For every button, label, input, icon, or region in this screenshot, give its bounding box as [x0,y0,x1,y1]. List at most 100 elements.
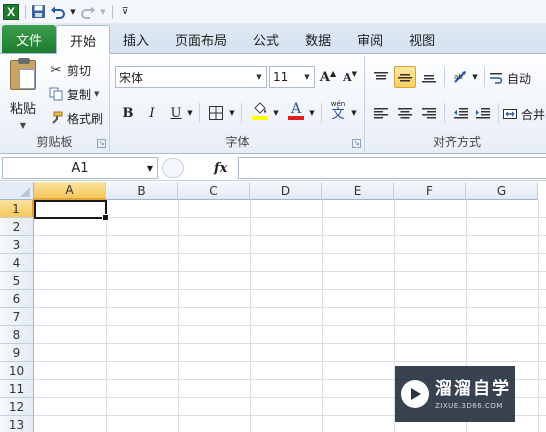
row-header-2[interactable]: 2 [0,218,34,236]
align-middle-icon [398,74,412,82]
row-header-5[interactable]: 5 [0,272,34,290]
orientation-button[interactable]: ab [450,66,472,88]
column-header-c[interactable]: C [178,182,250,200]
tab-home[interactable]: 开始 [56,25,111,54]
copy-button[interactable]: 复制 ▼ [48,84,99,104]
tab-insert[interactable]: 插入 [110,25,162,53]
tab-formulas[interactable]: 公式 [240,25,292,53]
cut-button[interactable]: ✂ 剪切 [48,60,91,80]
name-box[interactable]: A1 ▼ [2,157,158,179]
font-launcher-icon[interactable]: ↘ [352,139,361,148]
fill-color-button[interactable] [249,100,271,122]
qat-separator [25,4,26,19]
font-size-combo[interactable]: 11 ▼ [269,66,315,88]
font-name-combo[interactable]: 宋体 ▼ [115,66,267,88]
row-header-6[interactable]: 6 [0,290,34,308]
undo-dropdown-icon[interactable]: ▼ [69,3,77,21]
align-right-button[interactable] [418,102,440,124]
row-header-12[interactable]: 12 [0,398,34,416]
align-center-button[interactable] [394,102,416,124]
underline-dropdown-icon[interactable]: ▼ [185,102,195,124]
wrap-text-icon [488,70,504,86]
clipboard-launcher-icon[interactable]: ↘ [97,139,106,148]
formula-input[interactable] [238,157,546,179]
row-header-9[interactable]: 9 [0,344,34,362]
column-header-g[interactable]: G [466,182,538,200]
formula-bar-splitter[interactable] [162,158,184,178]
tab-data[interactable]: 数据 [292,25,344,53]
active-cell-a1[interactable] [34,200,109,221]
row-header-11[interactable]: 11 [0,380,34,398]
underline-button[interactable]: U [165,102,187,124]
borders-icon [209,106,223,120]
increase-indent-button[interactable] [472,102,494,124]
tab-view[interactable]: 视图 [396,25,448,53]
fill-color-dropdown-icon[interactable]: ▼ [271,102,281,124]
save-icon[interactable] [29,3,47,21]
align-center-icon [398,108,412,119]
redo-icon[interactable] [79,3,97,21]
column-header-f[interactable]: F [394,182,466,200]
align-left-button[interactable] [370,102,392,124]
font-separator [321,103,322,123]
column-header-d[interactable]: D [250,182,322,200]
format-painter-button[interactable]: 格式刷 [48,108,103,128]
tab-review[interactable]: 审阅 [344,25,396,53]
decrease-indent-button[interactable] [450,102,472,124]
bold-button[interactable]: B [117,102,139,124]
paste-icon [10,58,36,90]
insert-function-icon[interactable]: fx [214,161,227,176]
select-all-corner[interactable] [0,182,34,200]
svg-text:ab: ab [454,73,463,81]
font-size-dropdown-icon[interactable]: ▼ [302,67,312,87]
font-separator [241,103,242,123]
row-header-8[interactable]: 8 [0,326,34,344]
font-separator [199,103,200,123]
copy-label: 复制 [67,87,92,102]
borders-button[interactable] [205,102,227,124]
phonetic-button[interactable]: wén 文 [327,98,349,124]
customize-qat-icon[interactable]: ⊽ [116,3,134,21]
row-header-3[interactable]: 3 [0,236,34,254]
font-size-value: 11 [273,70,289,84]
shrink-font-button[interactable]: A ▼ [339,66,361,88]
name-box-dropdown-icon[interactable]: ▼ [147,164,153,173]
tab-file[interactable]: 文件 [2,25,56,53]
phonetic-dropdown-icon[interactable]: ▼ [349,102,359,124]
copy-icon [48,86,64,102]
row-header-4[interactable]: 4 [0,254,34,272]
column-header-e[interactable]: E [322,182,394,200]
row-header-7[interactable]: 7 [0,308,34,326]
row-header-13[interactable]: 13 [0,416,34,432]
merge-center-button[interactable]: 合并 [502,104,545,124]
fill-color-bar [252,116,268,120]
wrap-text-button[interactable]: 自动 [488,68,531,88]
redo-dropdown-icon[interactable]: ▼ [99,3,107,21]
grow-font-button[interactable]: A ▲ [317,66,339,88]
paste-button[interactable]: 粘贴 ▼ [4,58,42,132]
tab-page-layout[interactable]: 页面布局 [162,25,240,53]
column-header-b[interactable]: B [106,182,178,200]
font-color-dropdown-icon[interactable]: ▼ [307,102,317,124]
row-header-1[interactable]: 1 [0,200,34,218]
wrap-text-label: 自动 [507,71,532,86]
alignment-separator [444,67,445,87]
align-top-button[interactable] [370,66,392,88]
app-letter: X [3,3,19,20]
align-middle-button[interactable] [394,66,416,88]
orientation-dropdown-icon[interactable]: ▼ [470,66,480,88]
gridline-horizontal [34,289,546,290]
column-header-a[interactable]: A [34,182,106,200]
font-color-button[interactable]: A [285,100,307,122]
font-group: 宋体 ▼ 11 ▼ A ▲ A ▼ B I U ▼ ▼ ▼ A ▼ wén 文 … [111,56,365,152]
borders-dropdown-icon[interactable]: ▼ [227,102,237,124]
copy-dropdown-icon[interactable]: ▼ [94,90,99,98]
align-bottom-button[interactable] [418,66,440,88]
watermark-title: 溜溜自学 [435,378,511,399]
undo-icon[interactable] [49,3,67,21]
align-left-icon [374,108,388,119]
row-header-10[interactable]: 10 [0,362,34,380]
italic-button[interactable]: I [141,102,163,124]
font-name-dropdown-icon[interactable]: ▼ [254,67,264,87]
excel-logo-icon[interactable]: X [2,3,20,21]
